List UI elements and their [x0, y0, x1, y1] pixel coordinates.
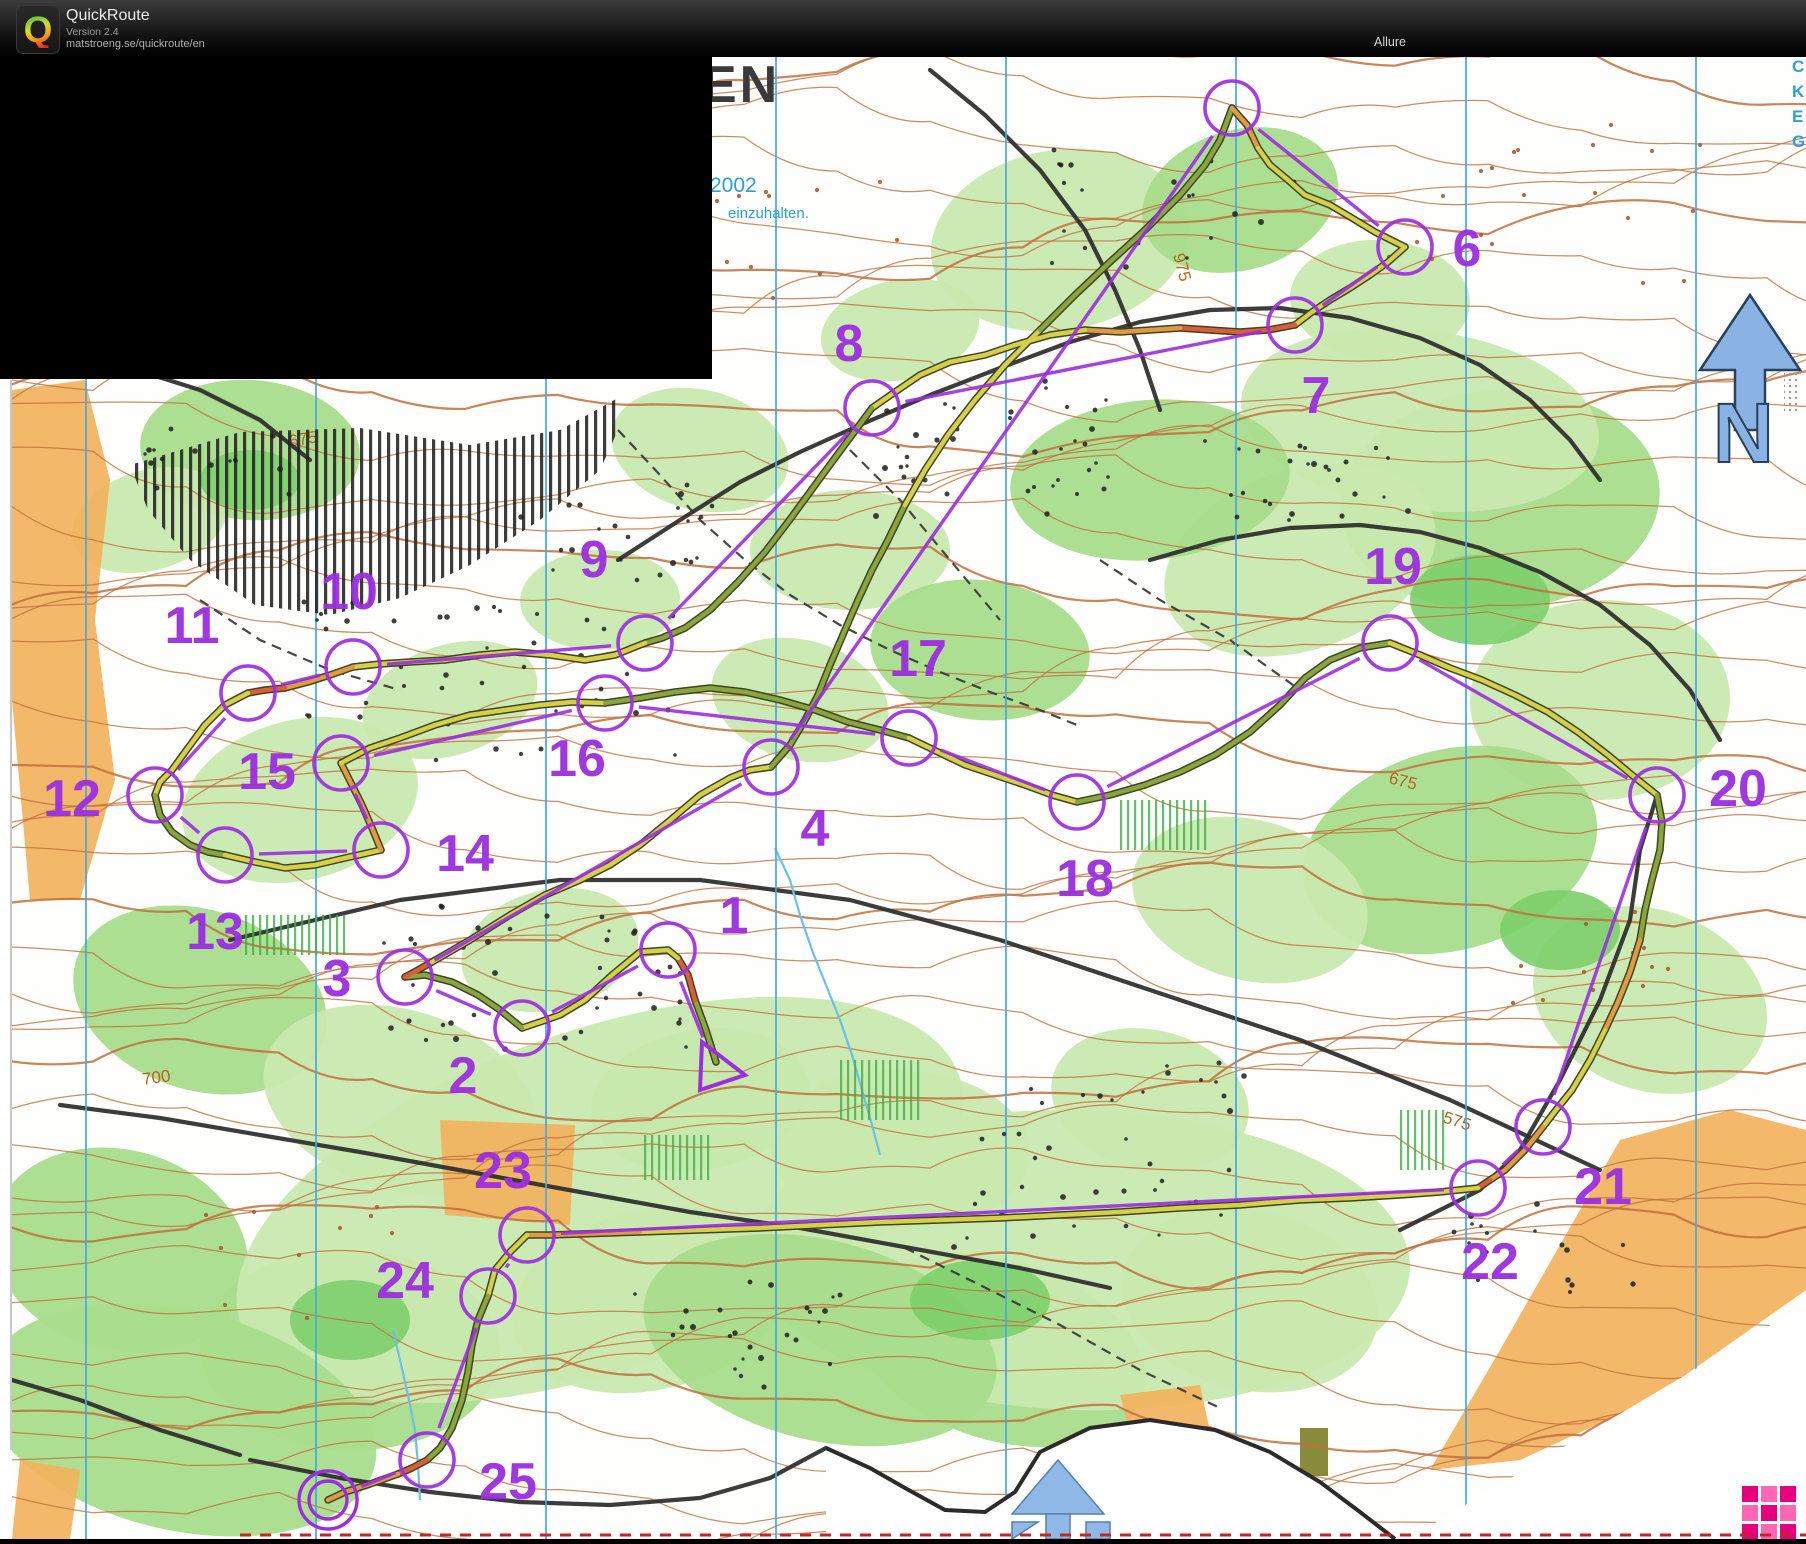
control-number-24: 24 [376, 1252, 434, 1310]
control-number-2: 2 [449, 1047, 478, 1105]
app-header: Q QuickRoute Version 2.4 matstroeng.se/q… [0, 0, 1806, 57]
control-number-9: 9 [580, 531, 609, 589]
control-number-17: 17 [889, 630, 947, 688]
control-number-18: 18 [1056, 850, 1114, 908]
control-number-19: 19 [1364, 538, 1422, 596]
control-number-8: 8 [835, 315, 864, 373]
censored-region [0, 57, 712, 379]
control-number-20: 20 [1709, 760, 1767, 818]
map-title-fragment: EN [702, 56, 780, 114]
contour-elevation-label: 700 [141, 1066, 172, 1089]
control-number-22: 22 [1461, 1233, 1519, 1291]
map-edge-letter: C [1792, 57, 1804, 76]
control-number-14: 14 [436, 825, 494, 883]
control-number-23: 23 [474, 1142, 532, 1200]
app-version: Version 2.4 [66, 26, 119, 38]
svg-text:N: N [1713, 386, 1774, 480]
map-edge-letter: K [1792, 82, 1805, 101]
control-number-11: 11 [165, 597, 220, 655]
control-number-4: 4 [801, 800, 830, 858]
map-edge-letter: G [1792, 132, 1805, 151]
control-number-16: 16 [548, 730, 606, 788]
control-number-21: 21 [1574, 1158, 1632, 1216]
app-title: QuickRoute [66, 7, 150, 24]
map-note-text: einzuhalten. [728, 205, 809, 222]
map-year-text: 2002 [710, 174, 757, 197]
control-number-13: 13 [186, 903, 244, 961]
control-number-12: 12 [43, 770, 101, 828]
control-number-25: 25 [479, 1453, 537, 1511]
map-edge-letter: E [1792, 107, 1803, 126]
control-number-6: 6 [1453, 220, 1482, 278]
course-leg-line [504, 1262, 511, 1269]
control-number-1: 1 [720, 887, 749, 945]
pace-legend: Allure min/km 5:0010:0015:0020:00 [1106, 0, 1806, 57]
quickroute-logo-icon: Q [16, 5, 60, 54]
pace-legend-label: Allure [1374, 35, 1406, 49]
control-number-10: 10 [320, 563, 378, 621]
app-url: matstroeng.se/quickroute/en [66, 38, 205, 50]
magenta-pattern-block [1742, 1486, 1796, 1540]
control-number-15: 15 [238, 743, 296, 801]
control-number-3: 3 [323, 950, 352, 1008]
control-number-7: 7 [1302, 367, 1331, 425]
